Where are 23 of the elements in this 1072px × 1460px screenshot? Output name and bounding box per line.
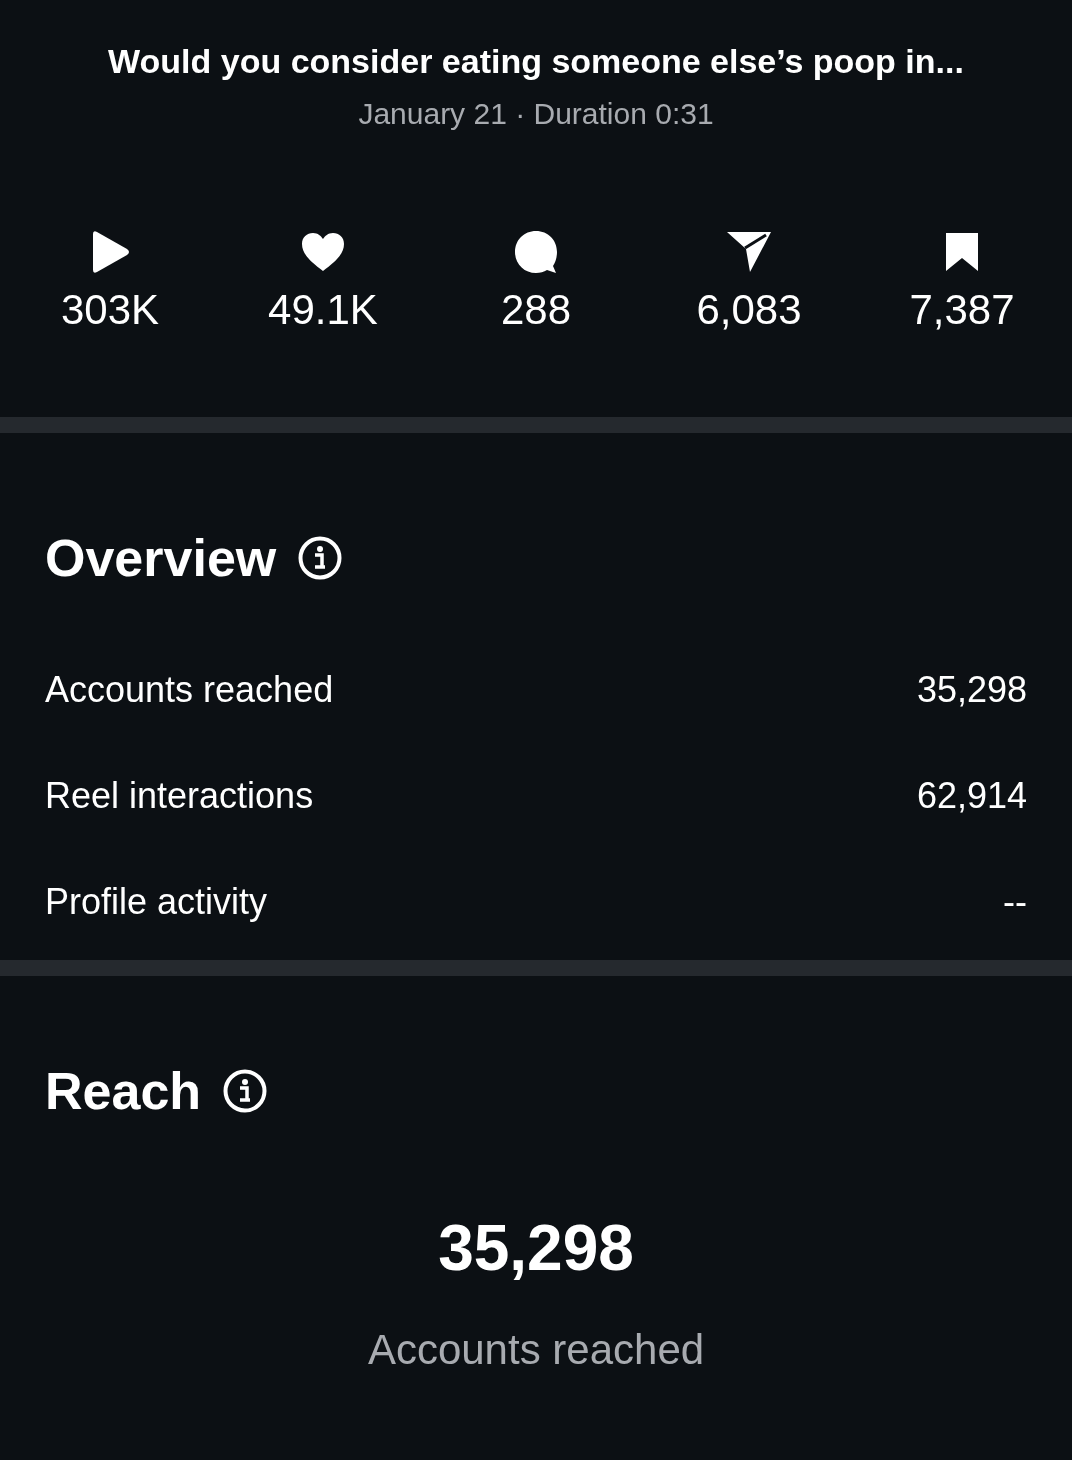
paper-plane-icon [726,230,772,273]
metric-label: Reel interactions [45,773,314,818]
metric-label: Accounts reached [45,667,334,712]
metric-value: -- [1003,879,1027,924]
reach-total: 35,298 [438,1210,634,1286]
speech-bubble-icon [514,229,558,274]
stat-count: 7,387 [909,284,1015,335]
info-icon[interactable] [298,535,343,580]
post-date-duration: January 21 · Duration 0:31 [358,95,714,132]
stat-count: 6,083 [696,284,802,335]
overview-heading: Overview [45,527,277,589]
reach-caption: Accounts reached [367,1324,705,1375]
metric-value: 62,914 [916,773,1027,818]
metric-value: 35,298 [916,667,1027,712]
post-title: Would you consider eating someone else’s poop in... [108,41,964,82]
stat-count: 288 [500,284,572,335]
stat-count: 303K [60,284,160,335]
metric-label: Profile activity [45,879,268,924]
bookmark-icon [945,231,979,272]
reach-heading: Reach [45,1060,202,1122]
stat-count: 49.1K [268,284,378,335]
info-icon[interactable] [223,1068,268,1113]
heart-icon [301,231,345,272]
